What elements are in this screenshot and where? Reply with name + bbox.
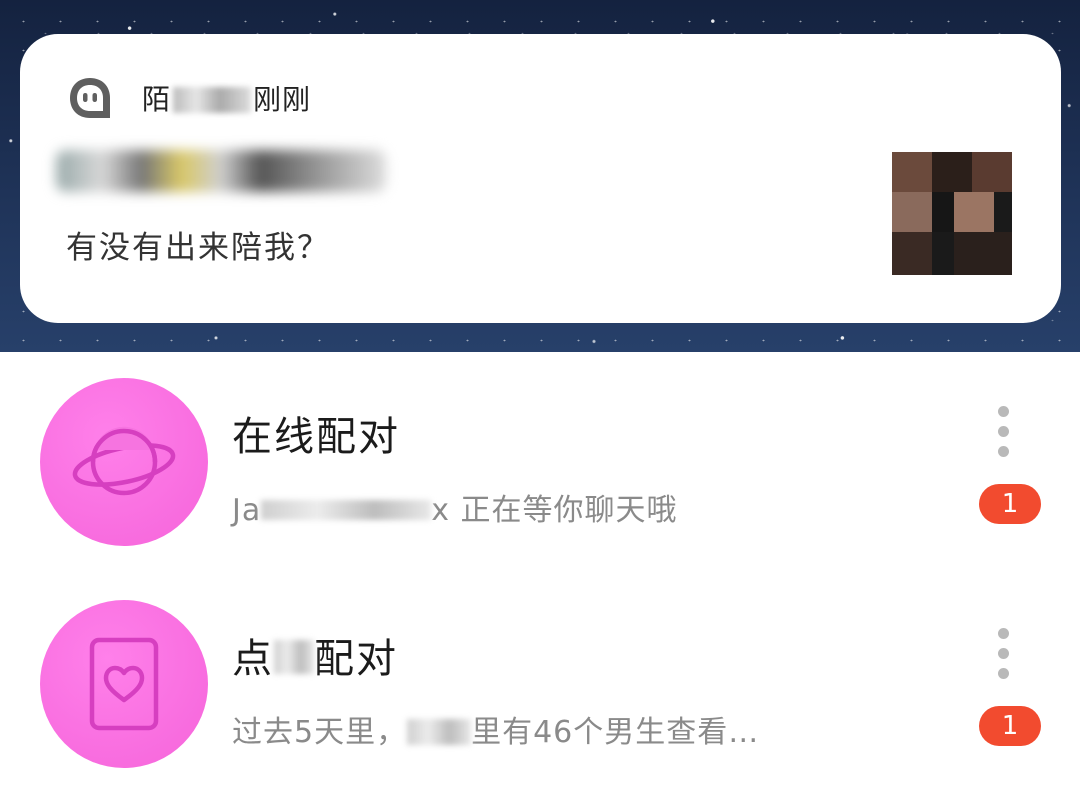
unread-badge: 1 (979, 706, 1041, 746)
title-suffix: 配对 (314, 636, 398, 682)
title-prefix: 点 (232, 636, 274, 682)
unread-badge: 1 (979, 484, 1041, 524)
redacted-title-char (274, 640, 314, 674)
subtitle-prefix: Ja (232, 493, 262, 528)
row-subtitle: 过去5天里， 里有46个男生查看… (232, 707, 759, 751)
row-subtitle: Ja x 正在等你聊天哦 (232, 485, 678, 529)
online-match-avatar (40, 378, 208, 546)
match-row-online[interactable]: 在线配对 Ja x 正在等你聊天哦 1 (0, 352, 1080, 552)
redacted-sender-name (56, 150, 386, 192)
redacted-username (261, 499, 432, 520)
notification-message: 有没有出来陪我？ (66, 230, 330, 266)
notification-app-name: 陌 刚刚 (142, 78, 311, 118)
subtitle-suffix: x 正在等你聊天哦 (431, 493, 678, 528)
subtitle-suffix: 里有46个男生查看… (471, 715, 760, 750)
app-name-prefix: 陌 (142, 83, 172, 116)
notification-thumbnail (892, 152, 1012, 275)
more-options-icon[interactable] (992, 406, 1016, 460)
tap-match-avatar (40, 600, 208, 768)
momo-app-icon (70, 78, 110, 118)
redacted-app-name (173, 87, 252, 113)
match-row-tap[interactable]: 点配对 过去5天里， 里有46个男生查看… 1 (0, 574, 1080, 774)
more-options-icon[interactable] (992, 628, 1016, 682)
row-title: 点配对 (232, 626, 398, 684)
planet-icon (72, 426, 176, 496)
subtitle-prefix: 过去5天里， (232, 715, 408, 750)
heart-card-icon (89, 637, 159, 731)
notification-time: 刚刚 (253, 83, 312, 116)
redacted-word (407, 718, 472, 745)
row-title: 在线配对 (232, 414, 400, 460)
